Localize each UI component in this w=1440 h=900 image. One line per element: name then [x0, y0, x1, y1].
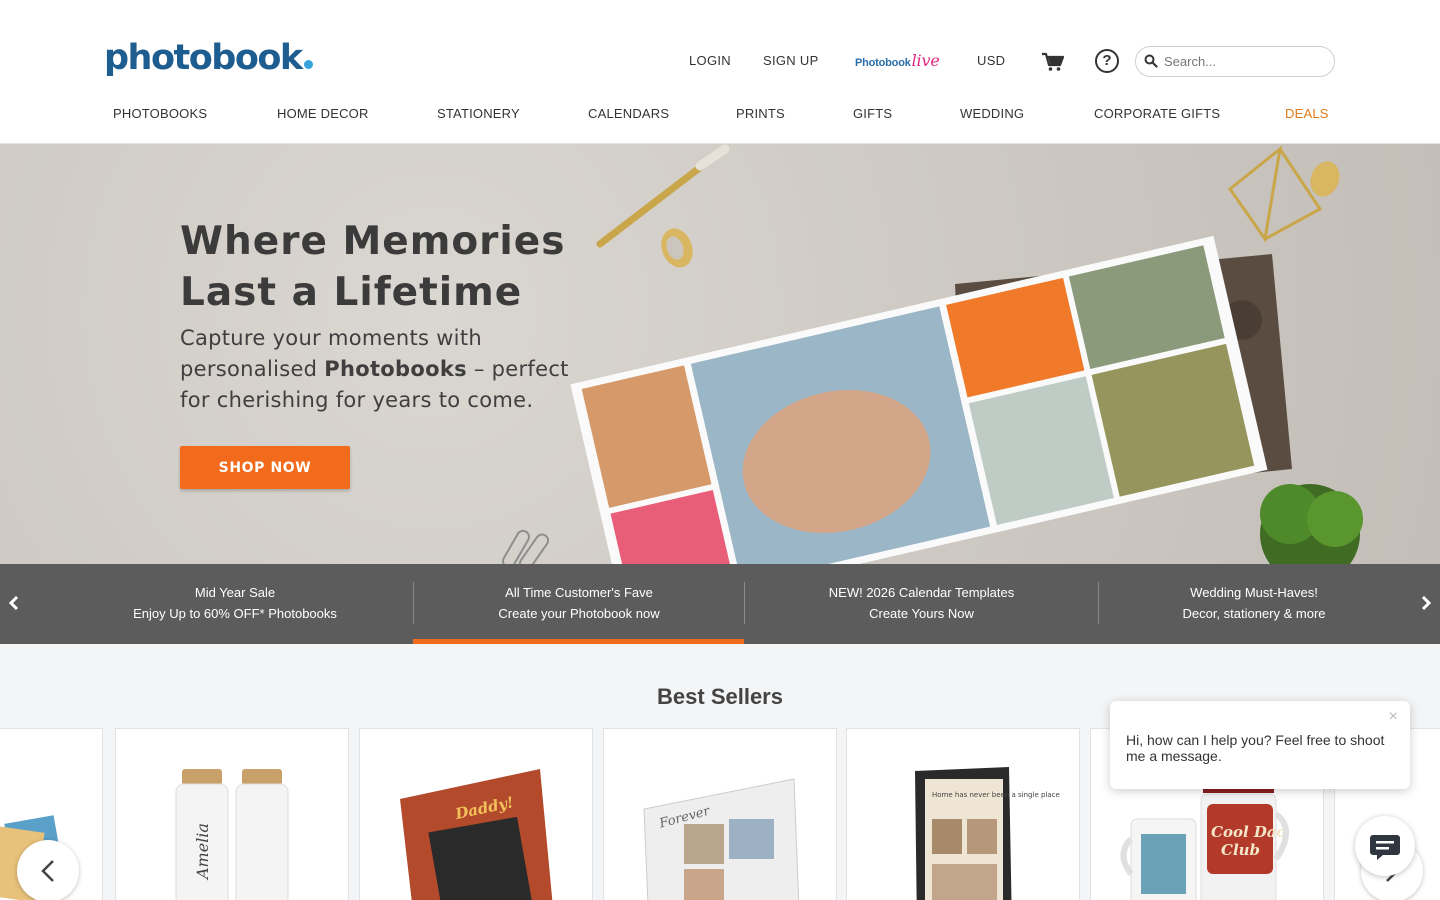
hero-title-line2: Last a Lifetime	[180, 270, 523, 315]
mug-text-1: Cool Dad	[1211, 823, 1288, 841]
chat-bubble-icon	[1370, 835, 1400, 860]
promo-line1: Mid Year Sale	[194, 585, 276, 600]
water-bottle-image: Amelia	[175, 769, 289, 900]
main-category-nav: PHOTOBOOKS HOME DECOR STATIONERY CALENDA…	[0, 106, 1440, 124]
promo-line2: Decor, stationery & more	[1182, 606, 1326, 621]
framed-collage-image: Home has never been a single place	[915, 767, 1060, 900]
help-icon[interactable]: ?	[1095, 49, 1119, 73]
hero-headline: Where Memories Last a Lifetime	[180, 216, 600, 318]
carousel-prev-button[interactable]	[17, 840, 79, 900]
promo-line1: NEW! 2026 Calendar Templates	[828, 585, 1015, 600]
currency-selector[interactable]: USD	[977, 53, 1005, 68]
login-link[interactable]: LOGIN	[689, 53, 731, 68]
nav-deals[interactable]: DEALS	[1285, 106, 1329, 121]
plant-decoration	[1260, 484, 1363, 564]
promo-item-mid-year-sale[interactable]: Mid Year Sale Enjoy Up to 60% OFF* Photo…	[70, 564, 400, 644]
chat-close-icon[interactable]: ×	[1389, 708, 1398, 726]
family-album-image: Forever	[643, 778, 800, 900]
promo-line1: Wedding Must-Haves!	[1190, 585, 1318, 600]
promo-item-wedding[interactable]: Wedding Must-Haves! Decor, stationery & …	[1099, 564, 1409, 644]
search-icon	[1144, 54, 1158, 68]
promo-prev-arrow-icon[interactable]	[7, 594, 21, 612]
product-card-framed-collage[interactable]: Home has never been a single place	[846, 728, 1080, 900]
nav-corporate-gifts[interactable]: CORPORATE GIFTS	[1094, 106, 1220, 121]
nav-wedding[interactable]: WEDDING	[960, 106, 1024, 121]
product-card-dad-photobook[interactable]: Daddy!	[359, 728, 593, 900]
site-header: photobook LOGIN SIGN UP Photobooklive US…	[0, 0, 1440, 144]
search-box[interactable]	[1135, 46, 1335, 77]
chevron-left-icon	[41, 860, 54, 882]
chat-popup[interactable]: × Hi, how can I help you? Feel free to s…	[1110, 701, 1410, 789]
nav-gifts[interactable]: GIFTS	[853, 106, 892, 121]
promo-carousel-bar: Mid Year Sale Enjoy Up to 60% OFF* Photo…	[0, 564, 1440, 644]
help-glyph: ?	[1102, 52, 1112, 69]
nav-stationery[interactable]: STATIONERY	[437, 106, 520, 121]
hero-subtitle: Capture your moments with personalised P…	[180, 323, 580, 416]
product-card-water-bottle[interactable]: Amelia	[115, 728, 349, 900]
chat-launcher-button[interactable]	[1355, 816, 1415, 876]
search-input[interactable]	[1164, 51, 1324, 72]
promo-next-arrow-icon[interactable]	[1419, 594, 1433, 612]
nav-calendars[interactable]: CALENDARS	[588, 106, 669, 121]
hero-banner: Where Memories Last a Lifetime Capture y…	[0, 144, 1440, 564]
product-card-family-album[interactable]: Forever	[603, 728, 837, 900]
dad-photobook-image: Daddy!	[400, 769, 553, 900]
live-script-text: live	[911, 51, 940, 70]
nav-home-decor[interactable]: HOME DECOR	[277, 106, 369, 121]
hero-sub-bold: Photobooks	[324, 357, 467, 381]
chat-message: Hi, how can I help you? Feel free to sho…	[1126, 732, 1385, 764]
promo-item-customer-fave[interactable]: All Time Customer's Fave Create your Pho…	[414, 564, 744, 644]
nav-photobooks[interactable]: PHOTOBOOKS	[113, 106, 207, 121]
mug-text-2: Club	[1221, 841, 1260, 859]
bottle-name-text: Amelia	[193, 823, 212, 881]
gold-pen-decoration	[596, 144, 730, 248]
promo-line2: Create your Photobook now	[498, 606, 660, 621]
frame-text: Home has never been a single place	[932, 791, 1060, 799]
promo-line2: Create Yours Now	[869, 606, 974, 621]
open-photobook	[570, 235, 1268, 564]
promo-line2: Enjoy Up to 60% OFF* Photobooks	[133, 606, 337, 621]
top-utility-nav: LOGIN SIGN UP Photobooklive USD ?	[0, 45, 1440, 79]
cart-icon[interactable]	[1042, 52, 1064, 72]
hero-title-line1: Where Memories	[180, 219, 566, 264]
promo-item-calendar-templates[interactable]: NEW! 2026 Calendar Templates Create Your…	[745, 564, 1098, 644]
signup-link[interactable]: SIGN UP	[763, 53, 819, 68]
promo-line1: All Time Customer's Fave	[505, 585, 653, 600]
photobook-live-link[interactable]: Photobooklive	[855, 51, 940, 70]
shop-now-button[interactable]: SHOP NOW	[180, 446, 350, 489]
live-brand-text: Photobook	[855, 57, 911, 69]
paper-clips-decoration	[502, 529, 550, 564]
nav-prints[interactable]: PRINTS	[736, 106, 785, 121]
geometric-holder-decoration	[1227, 145, 1323, 243]
